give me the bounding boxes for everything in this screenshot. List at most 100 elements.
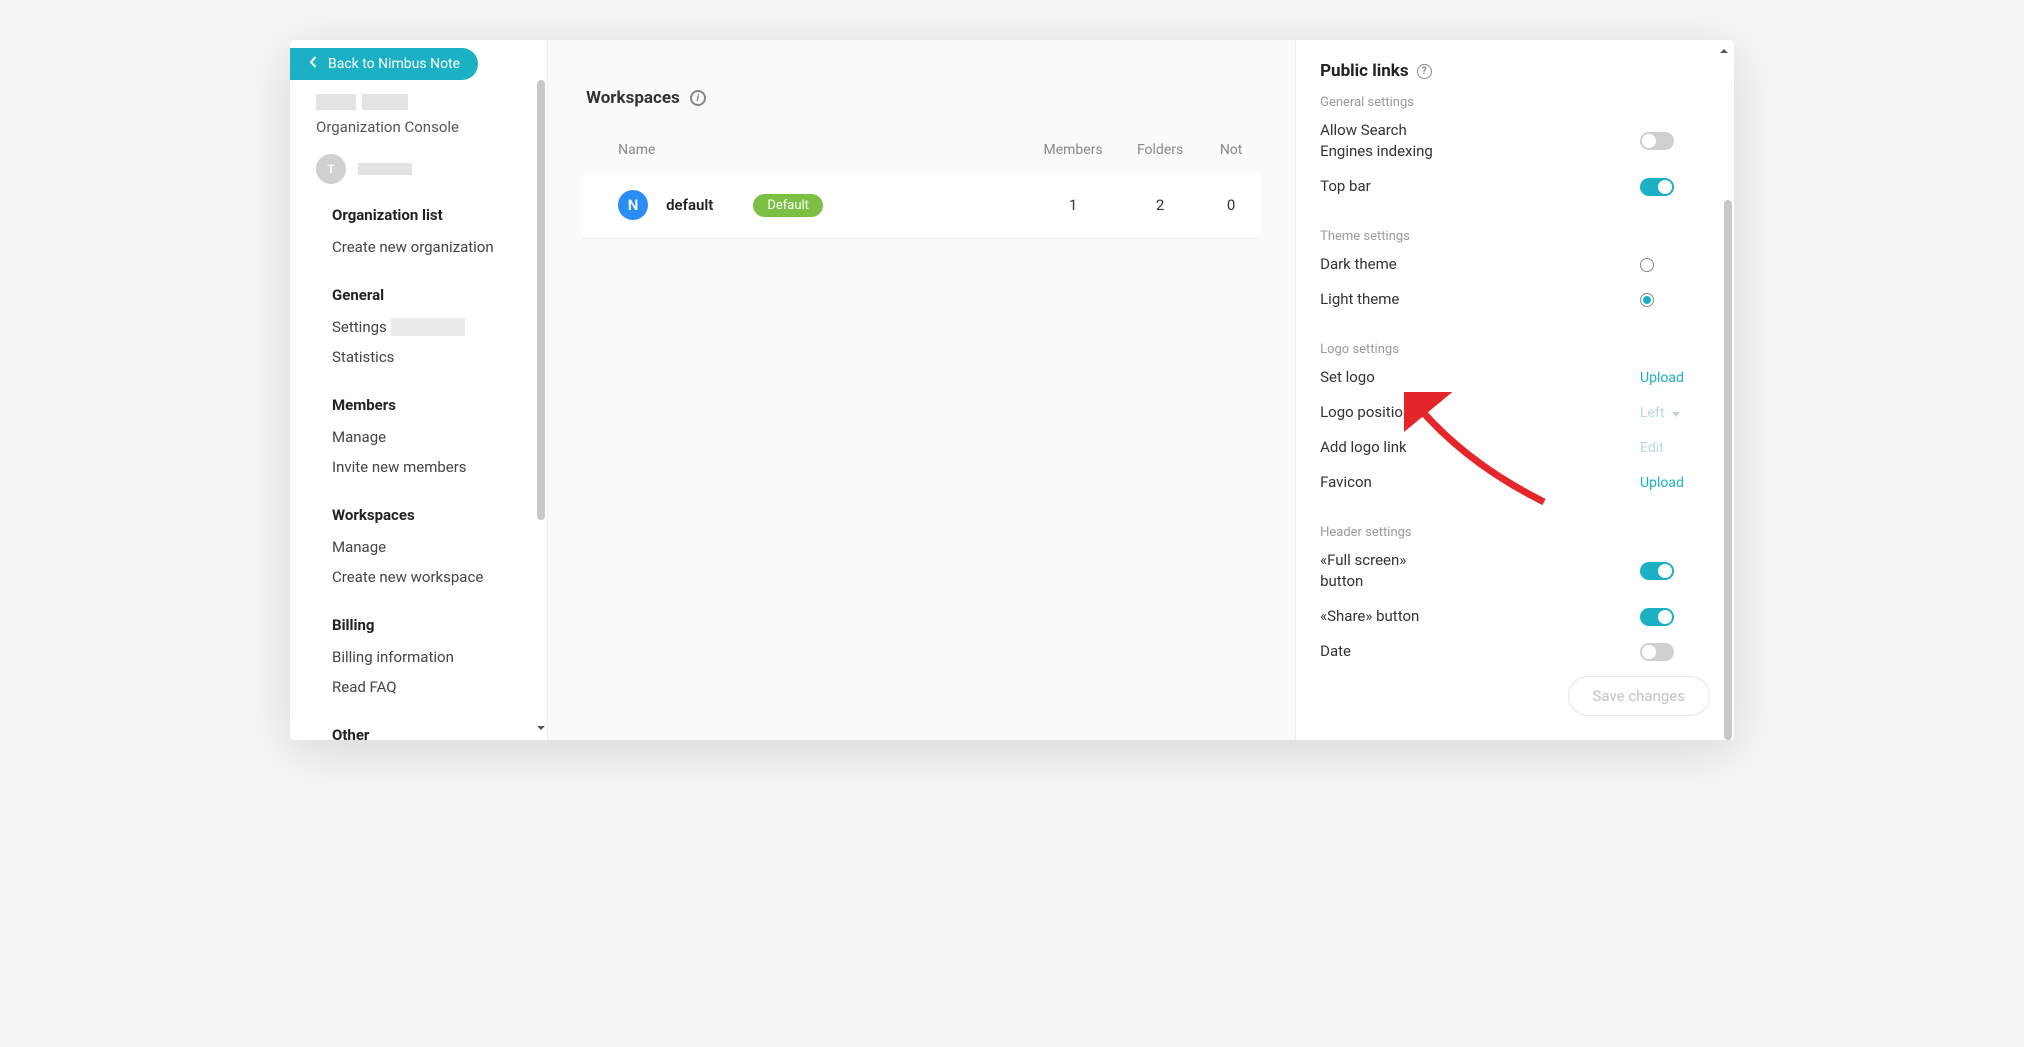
setting-top-bar-label: Top bar [1320, 176, 1480, 197]
nav-heading-general: General [332, 286, 547, 304]
panel-title-row: Public links ? [1320, 61, 1710, 81]
upload-favicon-link[interactable]: Upload [1640, 475, 1684, 491]
nav-heading-workspaces: Workspaces [332, 506, 547, 524]
nav-item-billing-info[interactable]: Billing information [332, 648, 547, 666]
table-body: N default Default 1 2 0 [582, 172, 1261, 239]
workspace-name: default [666, 196, 713, 214]
nav-item-invite-members[interactable]: Invite new members [332, 458, 547, 476]
setting-dark-theme: Dark theme [1320, 254, 1710, 275]
page-title: Workspaces [586, 88, 680, 108]
nav-item-settings-label: Settings [332, 318, 387, 336]
setting-share-btn: «Share» button [1320, 606, 1710, 627]
nav-group-workspaces: Workspaces Manage Create new workspace [332, 506, 547, 586]
toggle-share[interactable] [1640, 608, 1674, 626]
nav-item-organization-list[interactable]: Organization list [332, 206, 547, 224]
nav-group-general: General Settings Statistics [332, 286, 547, 366]
workspaces-table: Name Members Folders Not N default Defau… [582, 142, 1261, 239]
nav-item-settings[interactable]: Settings [332, 318, 547, 336]
sidebar-scrollbar[interactable] [537, 80, 545, 520]
app-window: Back to Nimbus Note Organization Console… [290, 40, 1734, 740]
setting-date: Date [1320, 641, 1710, 662]
setting-dark-label: Dark theme [1320, 254, 1480, 275]
toggle-fullscreen[interactable] [1640, 562, 1674, 580]
nav-heading-members: Members [332, 396, 547, 414]
radio-dark-theme[interactable] [1640, 258, 1654, 272]
main-content: Workspaces i Name Members Folders Not N … [548, 40, 1295, 740]
setting-top-bar: Top bar [1320, 176, 1710, 197]
scroll-down-icon[interactable] [535, 719, 547, 738]
logo-position-value: Left [1640, 405, 1664, 421]
nav-item-create-organization[interactable]: Create new organization [332, 238, 547, 256]
radio-light-theme[interactable] [1640, 293, 1654, 307]
th-members[interactable]: Members [1027, 142, 1119, 158]
nav-group-other: Other [332, 726, 547, 740]
th-folders[interactable]: Folders [1119, 142, 1201, 158]
setting-fullscreen-btn: «Full screen» button [1320, 550, 1710, 592]
default-badge: Default [753, 194, 823, 217]
info-icon[interactable]: i [690, 90, 706, 106]
setting-light-theme: Light theme [1320, 289, 1710, 310]
th-name: Name [582, 142, 1027, 158]
avatar[interactable]: T [316, 154, 346, 184]
cell-notes: 0 [1201, 196, 1261, 214]
toggle-allow-search[interactable] [1640, 132, 1674, 150]
setting-add-logo-link-label: Add logo link [1320, 437, 1480, 458]
panel-scrollbar[interactable] [1724, 200, 1732, 740]
back-button-label: Back to Nimbus Note [328, 56, 460, 72]
section-header: Header settings [1320, 525, 1710, 540]
save-changes-button[interactable]: Save changes [1568, 676, 1710, 716]
scroll-up-icon[interactable] [1718, 42, 1730, 61]
help-icon[interactable]: ? [1417, 64, 1432, 79]
th-notes[interactable]: Not [1201, 142, 1261, 158]
table-row[interactable]: N default Default 1 2 0 [582, 172, 1261, 239]
toggle-top-bar[interactable] [1640, 178, 1674, 196]
upload-logo-link[interactable]: Upload [1640, 370, 1684, 386]
table-header: Name Members Folders Not [582, 142, 1261, 172]
setting-allow-search-label: Allow Search Engines indexing [1320, 120, 1480, 162]
nav-heading-other: Other [332, 726, 547, 740]
cell-name: N default Default [582, 190, 1027, 220]
org-name-redacted [316, 94, 547, 110]
chevron-down-icon [1672, 412, 1680, 417]
logo-position-select[interactable]: Left [1640, 405, 1680, 421]
setting-logo-position: Logo position Left [1320, 402, 1710, 423]
setting-share-label: «Share» button [1320, 606, 1480, 627]
workspace-icon: N [618, 190, 648, 220]
toggle-date[interactable] [1640, 643, 1674, 661]
nav-group-members: Members Manage Invite new members [332, 396, 547, 476]
panel-title: Public links [1320, 61, 1408, 81]
nav-item-settings-highlight [391, 318, 465, 336]
nav-heading-billing: Billing [332, 616, 547, 634]
nav-group-billing: Billing Billing information Read FAQ [332, 616, 547, 696]
settings-panel: Public links ? General settings Allow Se… [1295, 40, 1734, 740]
sidebar: Back to Nimbus Note Organization Console… [290, 40, 548, 740]
nav-item-statistics[interactable]: Statistics [332, 348, 547, 366]
setting-add-logo-link: Add logo link Edit [1320, 437, 1710, 458]
edit-logo-link[interactable]: Edit [1640, 440, 1664, 456]
sidebar-nav: Organization list Create new organizatio… [290, 206, 547, 740]
setting-set-logo: Set logo Upload [1320, 367, 1710, 388]
org-console-label: Organization Console [316, 118, 547, 136]
section-theme: Theme settings [1320, 229, 1710, 244]
section-general: General settings [1320, 95, 1710, 110]
nav-item-members-manage[interactable]: Manage [332, 428, 547, 446]
cell-folders: 2 [1119, 196, 1201, 214]
setting-allow-search: Allow Search Engines indexing [1320, 120, 1710, 162]
arrow-left-icon [308, 56, 320, 72]
nav-group-organization: Organization list Create new organizatio… [332, 206, 547, 256]
setting-fullscreen-label: «Full screen» button [1320, 550, 1480, 592]
nav-item-read-faq[interactable]: Read FAQ [332, 678, 547, 696]
nav-item-workspaces-manage[interactable]: Manage [332, 538, 547, 556]
user-name-redacted [358, 163, 412, 175]
main-title-row: Workspaces i [586, 88, 1261, 108]
setting-date-label: Date [1320, 641, 1480, 662]
nav-item-create-workspace[interactable]: Create new workspace [332, 568, 547, 586]
setting-favicon: Favicon Upload [1320, 472, 1710, 493]
cell-members: 1 [1027, 196, 1119, 214]
section-logo: Logo settings [1320, 342, 1710, 357]
setting-light-label: Light theme [1320, 289, 1480, 310]
user-row: T [316, 154, 547, 184]
back-to-app-button[interactable]: Back to Nimbus Note [290, 48, 478, 80]
setting-set-logo-label: Set logo [1320, 367, 1480, 388]
setting-logo-position-label: Logo position [1320, 402, 1480, 423]
